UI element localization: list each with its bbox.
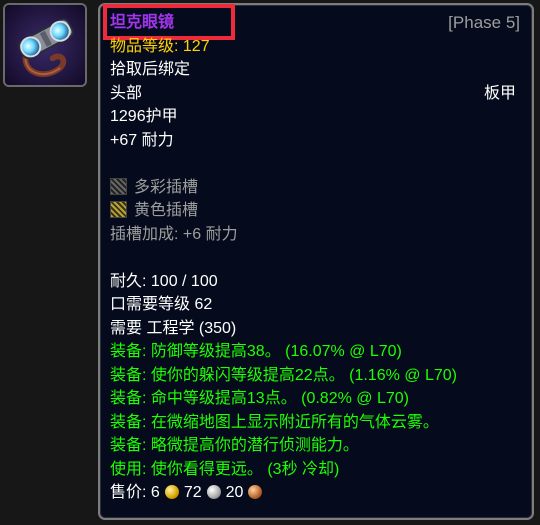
effect-line: 装备: 略微提高你的潜行侦测能力。 <box>110 437 359 454</box>
armor-type: 板甲 <box>483 84 516 102</box>
stamina-stat: +67 耐力 <box>110 131 174 149</box>
socket-meta: 多彩插槽 <box>110 176 522 200</box>
armor-value: 1296护甲 <box>110 108 178 125</box>
item-name[interactable]: 坦克眼镜 <box>110 14 174 31</box>
title-row: 坦克眼镜 [Phase 5] <box>103 4 522 40</box>
bind-type: 拾取后绑定 <box>110 61 191 78</box>
item-level: 物品等级: 127 <box>110 37 210 55</box>
sell-price: 售价: 6 72 20 <box>110 481 522 505</box>
meta-socket-icon <box>110 177 127 195</box>
gold-coin-icon <box>164 485 179 499</box>
use-effect: 使用: 使你看得更远。 (3秒 冷却) <box>110 460 340 478</box>
copper-coin-icon <box>248 485 263 499</box>
sell-price-label: 售价: <box>110 484 147 501</box>
required-level: 口需要等级 62 <box>110 296 213 313</box>
silver-coin-icon <box>206 485 221 499</box>
phase-label: [Phase 5] <box>448 13 520 32</box>
socket-label: 黄色插槽 <box>134 202 199 219</box>
item-tooltip: 坦克眼镜 [Phase 5] 物品等级: 127 拾取后绑定 头部 板甲 129… <box>98 3 534 520</box>
gold-amount: 6 <box>150 484 160 501</box>
effect-line: 装备: 使你的躲闪等级提高22点。 (1.16% @ L70) <box>110 366 457 384</box>
durability: 耐久: 100 / 100 <box>110 272 218 290</box>
silver-amount: 72 <box>183 484 202 501</box>
effect-line: 装备: 防御等级提高38。 (16.07% @ L70) <box>110 343 402 360</box>
copper-amount: 20 <box>225 484 244 501</box>
required-profession: 需要 工程学 (350) <box>110 319 237 337</box>
socket-label: 多彩插槽 <box>134 178 199 196</box>
item-icon[interactable] <box>3 3 87 87</box>
socket-bonus: 插槽加成: +6 耐力 <box>110 225 238 243</box>
item-slot: 头部 <box>110 84 143 102</box>
goggles-icon <box>5 5 85 85</box>
socket-yellow: 黄色插槽 <box>110 199 522 223</box>
effect-line: 装备: 命中等级提高13点。 (0.82% @ L70) <box>110 390 409 407</box>
effect-line: 装备: 在微缩地图上显示附近所有的气体云雾。 <box>110 413 439 431</box>
slot-row: 头部 板甲 <box>110 82 522 106</box>
yellow-socket-icon <box>110 201 127 218</box>
